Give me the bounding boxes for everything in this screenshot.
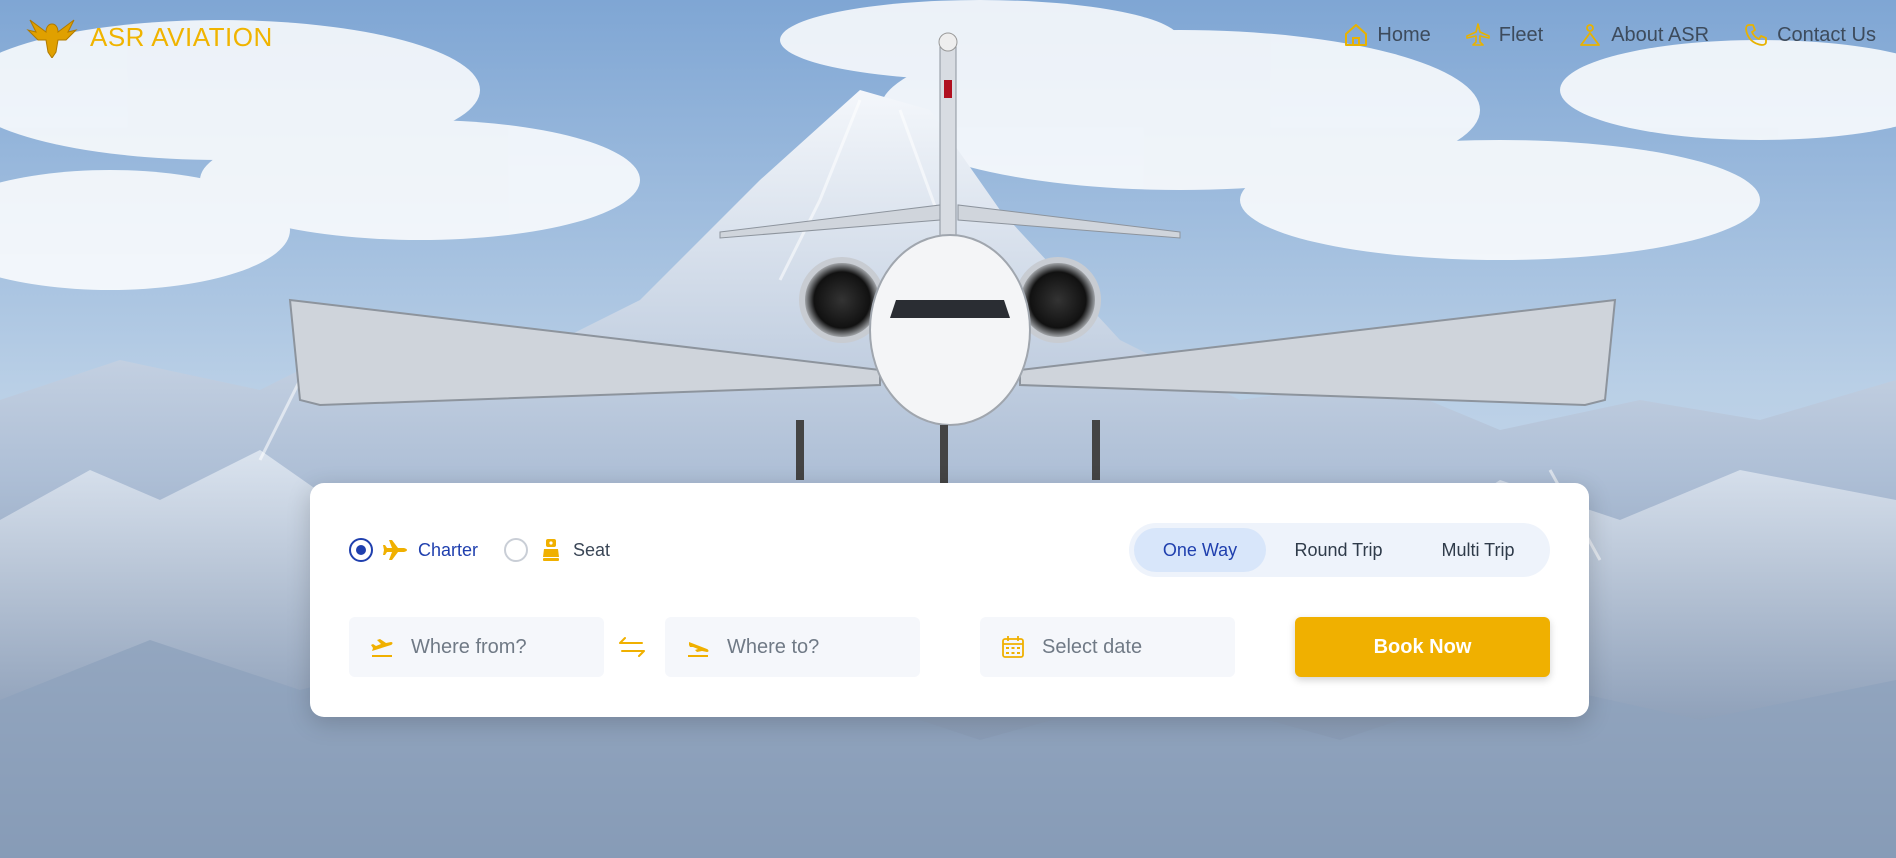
triangle-person-icon [1580, 24, 1601, 46]
nav-fleet-label: Fleet [1498, 23, 1544, 46]
phone-icon [1745, 24, 1767, 46]
main-nav: Home Fleet About ASR Contact Us [1343, 22, 1876, 48]
plane-icon [1465, 23, 1490, 46]
seat-label[interactable]: Seat [573, 540, 610, 561]
nav-contact[interactable]: Contact Us [1743, 22, 1876, 48]
book-now-button[interactable]: Book Now [1295, 617, 1550, 677]
charter-radio[interactable] [349, 538, 373, 562]
date-field[interactable] [980, 617, 1235, 677]
origin-input[interactable] [409, 634, 563, 660]
booking-mode-selector: Charter Seat [349, 537, 610, 563]
home-icon [1345, 24, 1368, 46]
seat-radio[interactable] [504, 538, 529, 562]
airplane-icon [383, 540, 407, 560]
brand-name: ASR AVIATION [90, 21, 273, 52]
landing-icon [688, 642, 709, 657]
swap-icon[interactable] [617, 634, 647, 660]
tab-round-trip[interactable]: Round Trip [1266, 528, 1411, 572]
tab-multi-trip[interactable]: Multi Trip [1411, 528, 1545, 572]
nav-about-label: About ASR [1611, 23, 1710, 46]
seat-icon [543, 539, 560, 561]
trip-type-tabs: One Way Round Trip Multi Trip [1129, 523, 1550, 577]
origin-field[interactable] [349, 617, 604, 677]
charter-label[interactable]: Charter [418, 540, 478, 561]
nav-home[interactable]: Home [1343, 22, 1431, 48]
brand[interactable]: ASR AVIATION [26, 16, 273, 58]
nav-about[interactable]: About ASR [1577, 22, 1709, 48]
nav-fleet[interactable]: Fleet [1465, 22, 1543, 48]
date-input[interactable] [1040, 634, 1194, 660]
hero-background-image [0, 0, 1896, 858]
destination-field[interactable] [665, 617, 920, 677]
nav-contact-label: Contact Us [1777, 23, 1876, 46]
nav-home-label: Home [1377, 23, 1431, 46]
takeoff-icon [371, 639, 393, 657]
destination-input[interactable] [725, 634, 879, 660]
tab-one-way[interactable]: One Way [1134, 528, 1266, 572]
booking-card: Charter Seat One Way Round Trip Multi Tr… [310, 483, 1589, 717]
calendar-icon [1002, 636, 1024, 658]
eagle-logo-icon [26, 19, 78, 58]
